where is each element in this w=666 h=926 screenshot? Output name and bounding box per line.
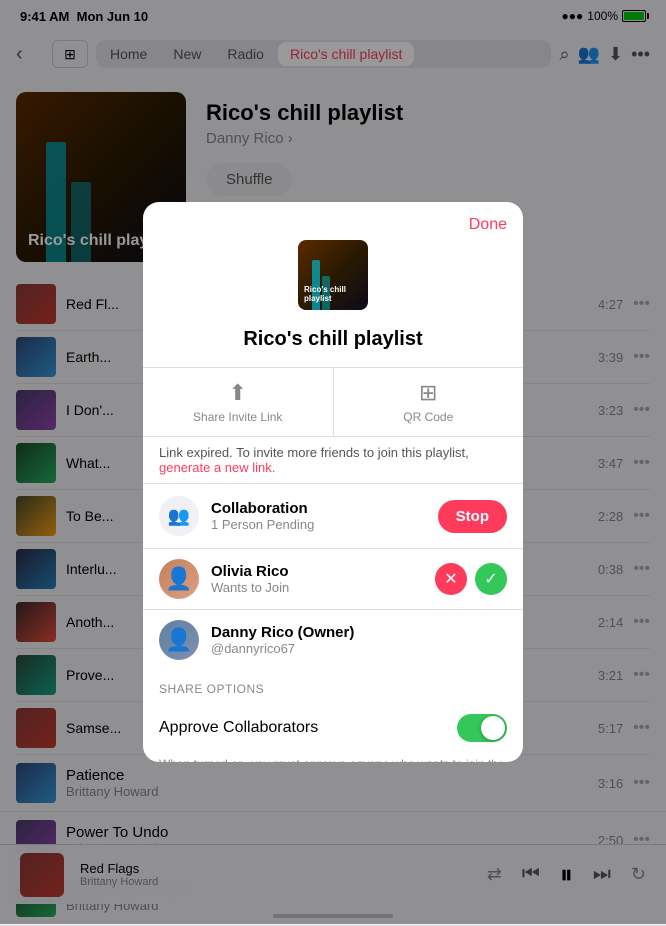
done-button[interactable]: Done [469, 216, 507, 234]
toggle-thumb [481, 716, 505, 740]
approve-toggle[interactable] [457, 714, 507, 742]
share-invite-label: Share Invite Link [193, 410, 282, 424]
olivia-name: Olivia Rico [211, 563, 423, 580]
share-invite-button[interactable]: ⬆ Share Invite Link [143, 368, 334, 436]
modal-header: Done [143, 202, 523, 234]
approve-description: When turned on, you must approve anyone … [159, 752, 507, 762]
danny-name: Danny Rico (Owner) [211, 624, 507, 641]
modal-title: Rico's chill playlist [143, 328, 523, 367]
olivia-actions: ✕ ✓ [435, 563, 507, 595]
share-buttons: ⬆ Share Invite Link ⊞ QR Code [143, 367, 523, 437]
modal-cover-container: Rico's chill playlist [143, 240, 523, 320]
collaboration-info: Collaboration 1 Person Pending [211, 500, 426, 532]
link-expired-notice: Link expired. To invite more friends to … [143, 437, 523, 483]
approve-collaborators-row: Approve Collaborators [159, 704, 507, 752]
collaboration-modal: Done Rico's chill playlist Rico's chill … [143, 202, 523, 762]
collaboration-icon: 👥 [159, 496, 199, 536]
olivia-info: Olivia Rico Wants to Join [211, 563, 423, 595]
stop-button[interactable]: Stop [438, 500, 507, 533]
olivia-avatar-icon: 👤 [165, 566, 192, 592]
danny-row: 👤 Danny Rico (Owner) @dannyrico67 [143, 609, 523, 670]
share-icon: ⬆ [229, 380, 247, 406]
qr-icon: ⊞ [419, 380, 437, 406]
collaboration-subtitle: 1 Person Pending [211, 517, 426, 532]
share-options-label: SHARE OPTIONS [159, 682, 507, 696]
reject-button[interactable]: ✕ [435, 563, 467, 595]
generate-link-button[interactable]: generate a new link. [159, 460, 275, 475]
danny-avatar-icon: 👤 [165, 627, 192, 653]
share-options-section: SHARE OPTIONS Approve Collaborators When… [143, 670, 523, 762]
link-expired-text: Link expired. To invite more friends to … [159, 445, 469, 460]
danny-info: Danny Rico (Owner) @dannyrico67 [211, 624, 507, 656]
modal-overlay[interactable]: Done Rico's chill playlist Rico's chill … [0, 0, 666, 924]
qr-code-label: QR Code [403, 410, 453, 424]
danny-handle: @dannyrico67 [211, 641, 507, 656]
olivia-row: 👤 Olivia Rico Wants to Join ✕ ✓ [143, 548, 523, 609]
modal-cover-title: Rico's chill playlist [304, 285, 362, 304]
collaboration-section: 👥 Collaboration 1 Person Pending Stop [143, 483, 523, 548]
modal-playlist-cover: Rico's chill playlist [298, 240, 368, 310]
danny-avatar: 👤 [159, 620, 199, 660]
olivia-status: Wants to Join [211, 580, 423, 595]
accept-button[interactable]: ✓ [475, 563, 507, 595]
qr-code-button[interactable]: ⊞ QR Code [334, 368, 524, 436]
approve-label: Approve Collaborators [159, 719, 457, 737]
collaboration-title: Collaboration [211, 500, 426, 517]
olivia-avatar: 👤 [159, 559, 199, 599]
